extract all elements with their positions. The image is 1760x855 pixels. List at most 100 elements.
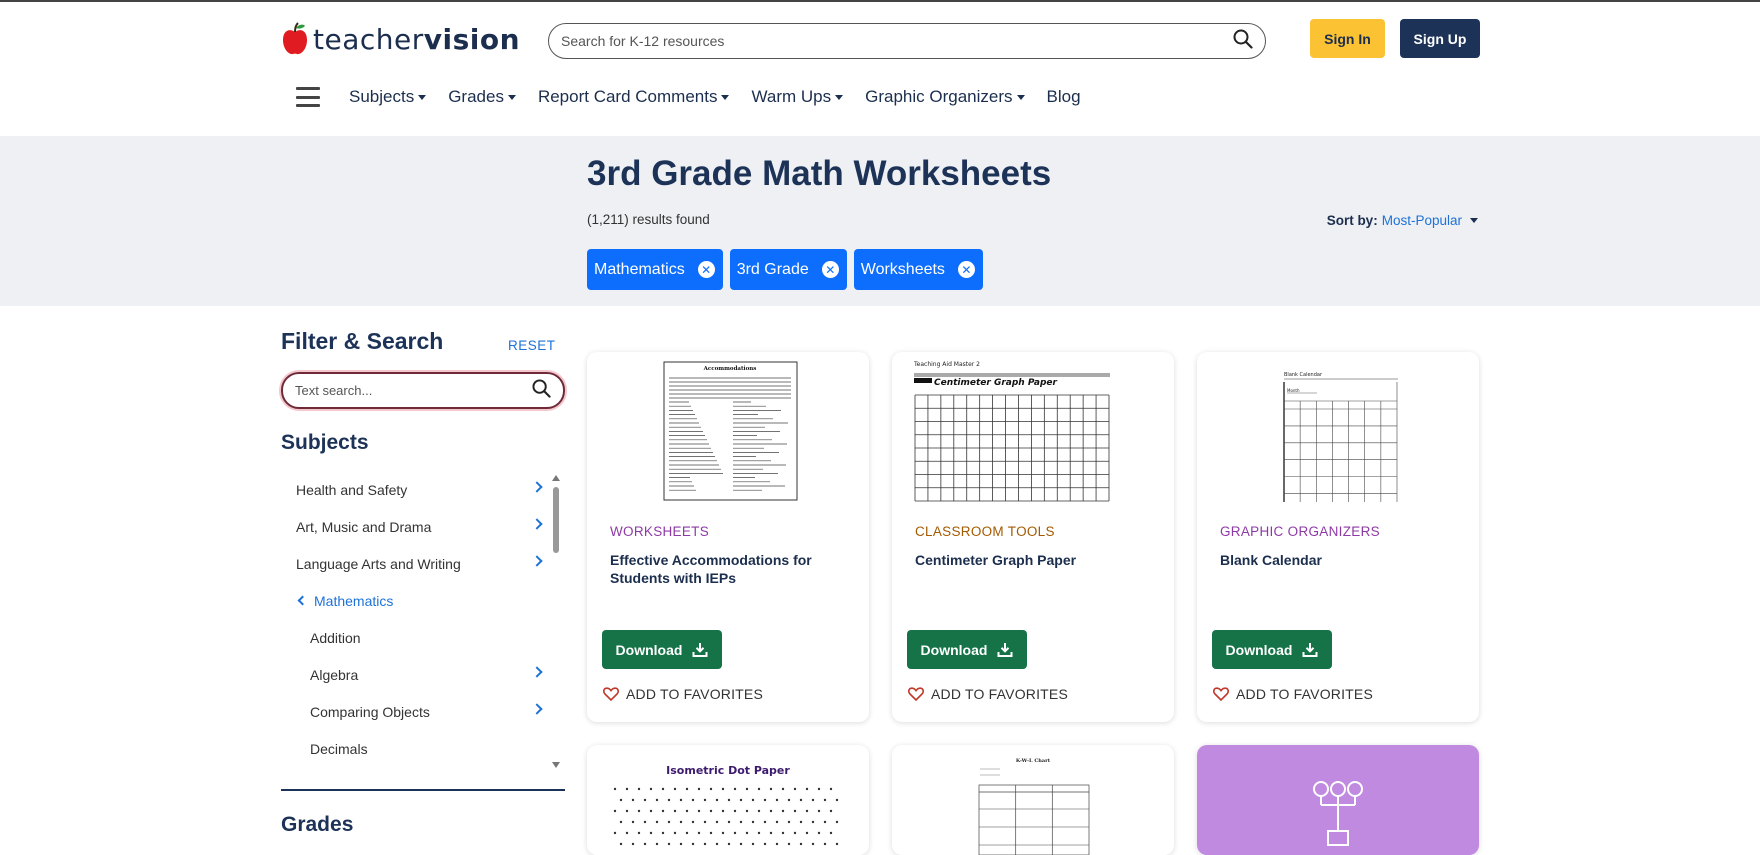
- card-thumbnail[interactable]: Teaching Aid Master 2 Centimeter Graph P…: [892, 352, 1174, 502]
- caret-down-icon[interactable]: [1470, 218, 1478, 223]
- thumb-title: Centimeter Graph Paper: [934, 378, 1057, 388]
- subject-label: Addition: [310, 629, 361, 646]
- download-button[interactable]: Download: [1212, 630, 1332, 669]
- chevron-right-icon[interactable]: [531, 481, 543, 493]
- resource-card: Accommodations WORKSHEETS Effective Acco…: [587, 352, 869, 722]
- logo-text-vision: vision: [423, 22, 521, 56]
- favorite-label: ADD TO FAVORITES: [626, 686, 764, 702]
- results-count: (1,211) results found: [587, 212, 710, 227]
- subject-art-music-drama[interactable]: Art, Music and Drama: [281, 508, 551, 545]
- chip-label: Worksheets: [860, 260, 945, 278]
- download-button[interactable]: Download: [907, 630, 1027, 669]
- download-label: Download: [1225, 641, 1293, 658]
- caret-down-icon: [1016, 94, 1025, 100]
- remove-icon[interactable]: ✕: [697, 261, 715, 278]
- search-icon[interactable]: [532, 378, 551, 403]
- filter-chip-mathematics: Mathematics ✕: [587, 249, 723, 290]
- remove-icon[interactable]: ✕: [957, 261, 975, 278]
- filter-chip-worksheets: Worksheets ✕: [853, 249, 983, 290]
- caret-down-icon: [418, 94, 427, 100]
- subject-addition[interactable]: Addition: [281, 619, 551, 656]
- download-icon: [997, 642, 1013, 657]
- thumb-title: Blank Calendar: [1284, 372, 1323, 378]
- apple-icon: [281, 22, 309, 56]
- download-button[interactable]: Download: [602, 630, 722, 669]
- nav-grades-label: Grades: [448, 87, 504, 106]
- chevron-right-icon[interactable]: [531, 555, 543, 567]
- chevron-right-icon[interactable]: [531, 666, 543, 678]
- card-thumbnail[interactable]: Blank Calendar Month: [1197, 352, 1479, 502]
- nav-report-card-comments[interactable]: Report Card Comments: [538, 87, 730, 107]
- subject-health-and-safety[interactable]: Health and Safety: [281, 471, 551, 508]
- download-icon: [692, 642, 708, 657]
- card-title[interactable]: Centimeter Graph Paper: [915, 551, 1155, 569]
- heart-icon: [1213, 687, 1229, 701]
- sort-control[interactable]: Sort by: Most-Popular: [1327, 213, 1478, 228]
- subject-algebra[interactable]: Algebra: [281, 656, 551, 693]
- card-thumbnail[interactable]: [1197, 745, 1479, 855]
- card-thumbnail[interactable]: K-W-L Chart: [892, 745, 1174, 855]
- sign-in-button[interactable]: Sign In: [1310, 19, 1385, 58]
- subject-comparing-objects[interactable]: Comparing Objects: [281, 693, 551, 730]
- subject-decimals[interactable]: Decimals: [281, 730, 551, 767]
- reset-link[interactable]: RESET: [508, 338, 556, 353]
- nav-warm-ups[interactable]: Warm Ups: [751, 87, 844, 107]
- subject-label: Art, Music and Drama: [296, 518, 432, 535]
- scroll-down-arrow-icon[interactable]: [552, 762, 560, 768]
- sign-up-button[interactable]: Sign Up: [1400, 19, 1480, 58]
- card-thumbnail[interactable]: Accommodations: [587, 352, 869, 502]
- resource-card: [1197, 745, 1479, 855]
- nav-subjects[interactable]: Subjects: [349, 87, 427, 107]
- chevron-right-icon[interactable]: [531, 703, 543, 715]
- sidebar-divider: [281, 789, 565, 791]
- teachervision-logo[interactable]: teachervision: [281, 20, 520, 58]
- add-to-favorites[interactable]: ADD TO FAVORITES: [1213, 686, 1373, 702]
- chevron-right-icon[interactable]: [531, 518, 543, 530]
- subject-label: Decimals: [310, 740, 368, 757]
- main-nav: Subjects Grades Report Card Comments War…: [296, 82, 1103, 112]
- site-search: [548, 23, 1266, 59]
- nav-grades[interactable]: Grades: [448, 87, 516, 107]
- thumb-title: K-W-L Chart: [1016, 758, 1051, 764]
- add-to-favorites[interactable]: ADD TO FAVORITES: [603, 686, 763, 702]
- thumb-title: Isometric Dot Paper: [666, 764, 790, 777]
- logo-text-teacher: teacher: [313, 22, 424, 56]
- card-thumbnail[interactable]: Isometric Dot Paper: [587, 745, 869, 855]
- subject-label: Mathematics: [314, 592, 394, 609]
- search-icon[interactable]: [1233, 29, 1253, 54]
- card-title[interactable]: Effective Accommodations for Students wi…: [610, 551, 850, 587]
- site-search-input[interactable]: [561, 33, 1233, 49]
- card-category: WORKSHEETS: [610, 524, 710, 539]
- subject-label: Comparing Objects: [310, 703, 430, 720]
- scroll-thumb[interactable]: [553, 487, 559, 553]
- nav-warm-ups-label: Warm Ups: [751, 87, 832, 106]
- chevron-left-icon[interactable]: [297, 595, 308, 606]
- grades-heading: Grades: [281, 813, 354, 836]
- subject-language-arts[interactable]: Language Arts and Writing: [281, 545, 551, 582]
- logo-wordmark: teachervision: [313, 23, 520, 56]
- nav-graphic-organizers[interactable]: Graphic Organizers: [865, 87, 1025, 107]
- resource-card: Teaching Aid Master 2 Centimeter Graph P…: [892, 352, 1174, 722]
- thumb-subtitle: Teaching Aid Master 2: [913, 361, 980, 368]
- results-banner: 3rd Grade Math Worksheets (1,211) result…: [0, 136, 1760, 306]
- card-category: GRAPHIC ORGANIZERS: [1220, 524, 1380, 539]
- nav-blog[interactable]: Blog: [1047, 87, 1081, 107]
- subject-mathematics[interactable]: Mathematics: [281, 582, 551, 619]
- scroll-up-arrow-icon[interactable]: [552, 475, 560, 481]
- subjects-scrollbar[interactable]: [551, 475, 561, 768]
- filter-chip-3rd-grade: 3rd Grade ✕: [729, 249, 847, 290]
- card-title[interactable]: Blank Calendar: [1220, 551, 1460, 569]
- thumb-title: Accommodations: [703, 366, 757, 372]
- caret-down-icon: [507, 94, 516, 100]
- text-search-input[interactable]: [295, 383, 532, 398]
- filter-title: Filter & Search: [281, 328, 444, 354]
- add-to-favorites[interactable]: ADD TO FAVORITES: [908, 686, 1068, 702]
- resource-card: K-W-L Chart: [892, 745, 1174, 855]
- site-header: teachervision Sign In Sign Up Subjects G…: [0, 2, 1760, 136]
- caret-down-icon: [721, 94, 730, 100]
- hamburger-menu-icon[interactable]: [296, 87, 320, 107]
- sort-value[interactable]: Most-Popular: [1382, 213, 1462, 228]
- subjects-heading: Subjects: [281, 431, 369, 454]
- text-search: [281, 372, 565, 409]
- remove-icon[interactable]: ✕: [821, 261, 839, 278]
